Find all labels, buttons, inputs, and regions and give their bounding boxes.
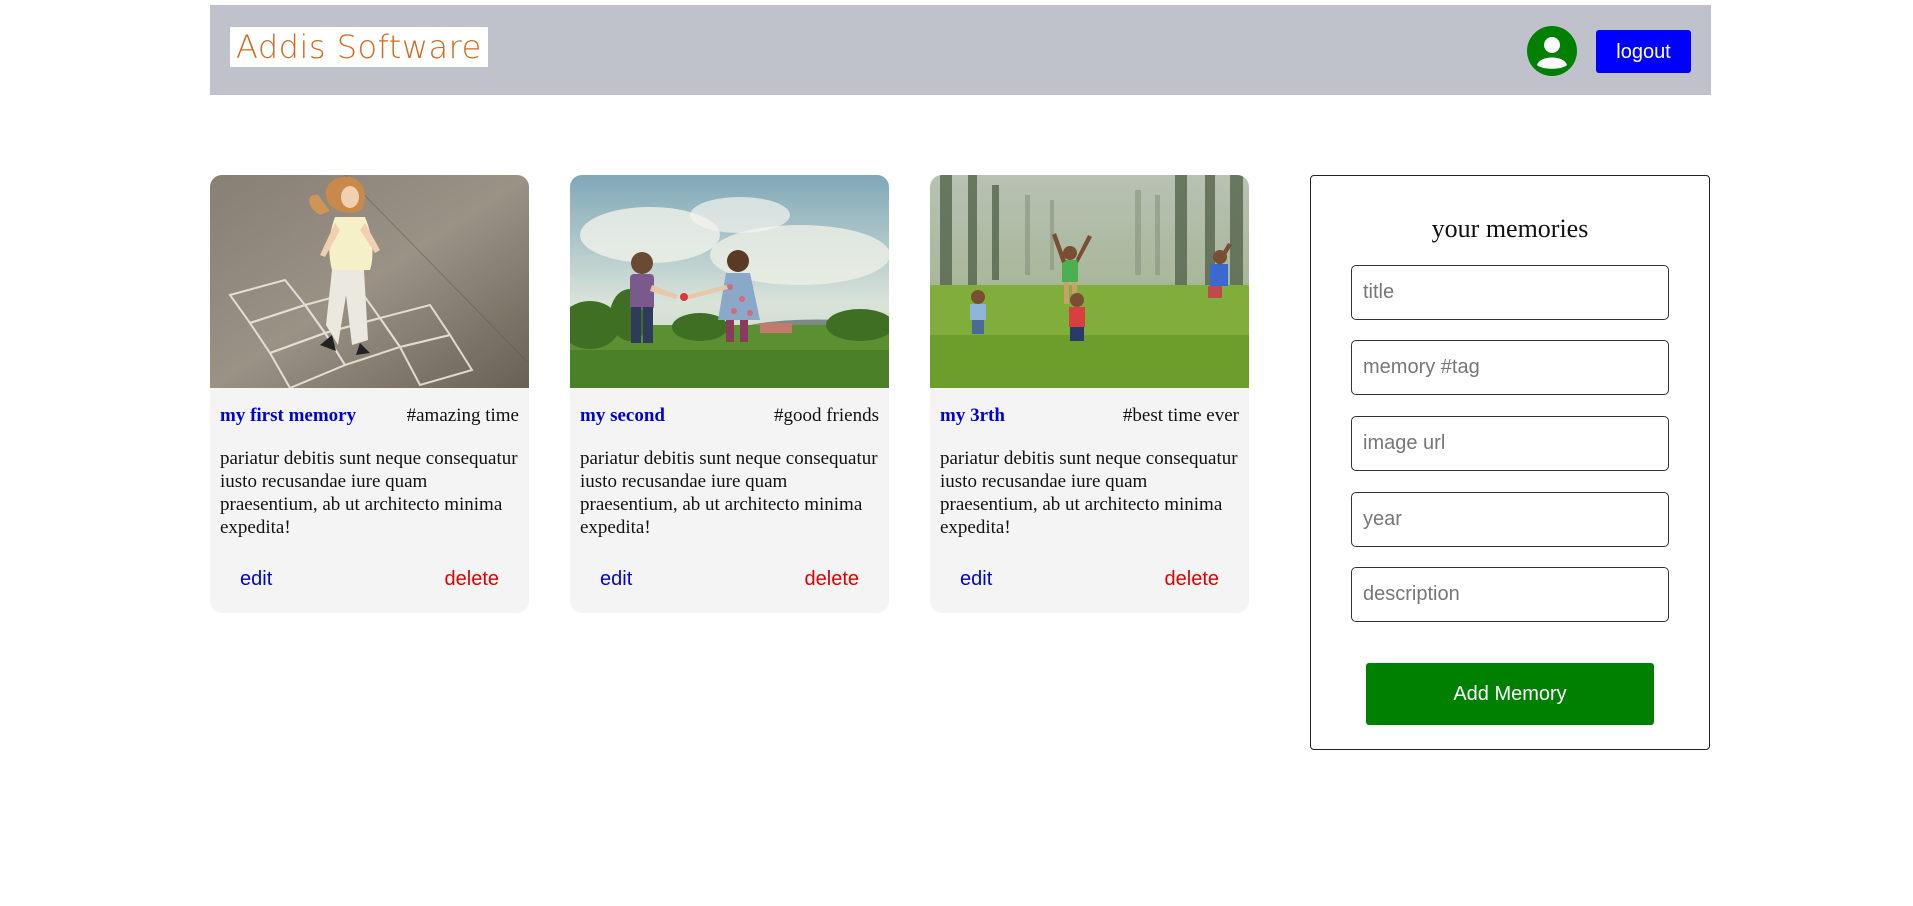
edit-button[interactable]: edit xyxy=(960,568,992,591)
app-logo[interactable]: Addis Software xyxy=(230,27,488,67)
memory-description: pariatur debitis sunt neque consequatur … xyxy=(580,448,878,538)
delete-button[interactable]: delete xyxy=(1165,568,1220,591)
memory-title[interactable]: my 3rth xyxy=(940,405,1005,427)
description-input[interactable] xyxy=(1351,567,1669,622)
memory-card: my 3rth #best time ever pariatur debitis… xyxy=(930,175,1249,613)
memory-image-forest xyxy=(930,175,1249,388)
edit-button[interactable]: edit xyxy=(240,568,272,591)
add-memory-button[interactable]: Add Memory xyxy=(1366,663,1654,725)
memory-image-friends xyxy=(570,175,889,388)
top-navbar: Addis Software logout xyxy=(210,5,1711,95)
tag-input[interactable] xyxy=(1351,340,1669,395)
form-heading: your memories xyxy=(1431,214,1589,243)
memory-title[interactable]: my first memory xyxy=(220,405,356,427)
logout-button[interactable]: logout xyxy=(1596,30,1691,73)
title-input[interactable] xyxy=(1351,265,1669,320)
memory-description: pariatur debitis sunt neque consequatur … xyxy=(220,448,518,538)
user-avatar-icon[interactable] xyxy=(1527,26,1577,76)
memory-image-hopscotch xyxy=(210,175,529,388)
memory-description: pariatur debitis sunt neque consequatur … xyxy=(940,448,1238,538)
memory-tag: #best time ever xyxy=(1122,405,1239,426)
memory-card: my first memory #amazing time pariatur d… xyxy=(210,175,529,613)
image-url-input[interactable] xyxy=(1351,416,1669,471)
edit-button[interactable]: edit xyxy=(600,568,632,591)
year-input[interactable] xyxy=(1351,492,1669,547)
memory-tag: #good friends xyxy=(773,405,879,426)
memory-tag: #amazing time xyxy=(406,405,519,426)
delete-button[interactable]: delete xyxy=(805,568,860,591)
delete-button[interactable]: delete xyxy=(445,568,500,591)
memory-title[interactable]: my second xyxy=(580,405,665,427)
add-memory-form: your memories Add Memory xyxy=(1310,175,1710,750)
memory-card: my second #good friends pariatur debitis… xyxy=(570,175,889,613)
